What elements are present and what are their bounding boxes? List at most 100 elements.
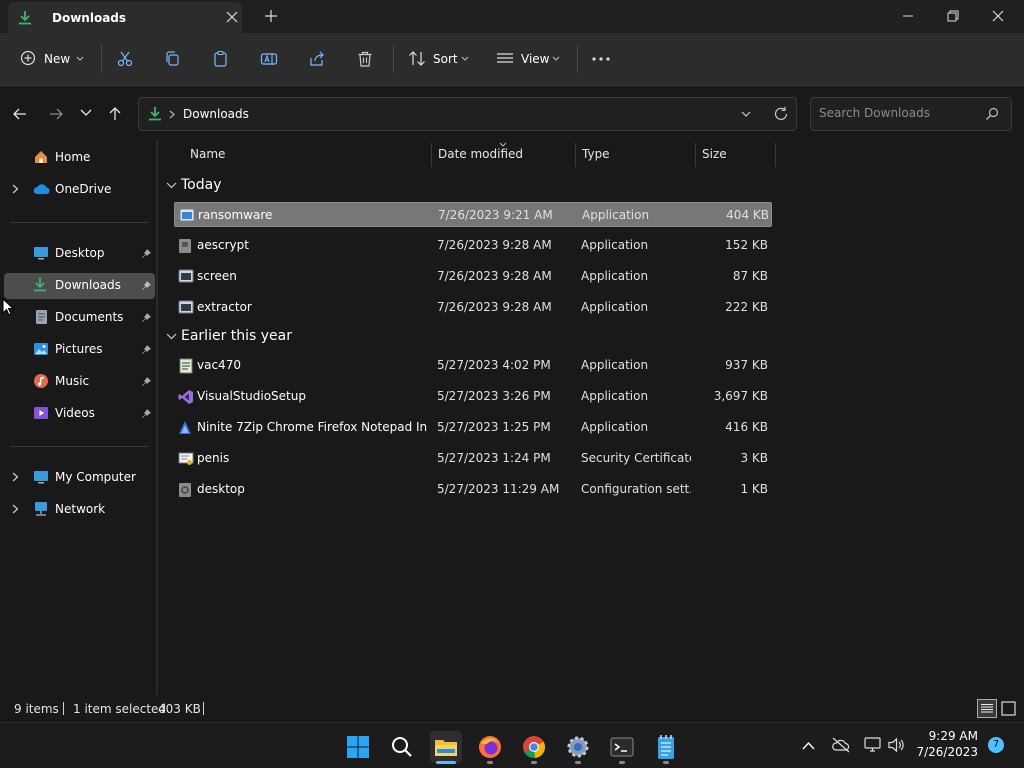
tiles-view-icon[interactable] bbox=[1001, 701, 1016, 716]
windows-logo-icon bbox=[347, 736, 369, 758]
copy-icon[interactable] bbox=[164, 50, 182, 68]
search-icon[interactable] bbox=[985, 107, 999, 121]
close-window-icon[interactable] bbox=[990, 8, 1006, 24]
back-arrow-icon[interactable] bbox=[12, 106, 28, 122]
sidebar-item-mycomputer[interactable]: My Computer bbox=[4, 465, 155, 491]
file-name: screen bbox=[197, 269, 237, 283]
column-header-type[interactable]: Type bbox=[582, 147, 610, 161]
group-header-earlier[interactable]: Earlier this year bbox=[181, 328, 292, 344]
pin-icon[interactable] bbox=[141, 312, 152, 323]
view-label: View bbox=[521, 52, 550, 66]
file-row[interactable]: ransomware 7/26/2023 9:21 AM Application… bbox=[174, 202, 772, 227]
breadcrumb-chevron-icon bbox=[169, 110, 175, 119]
address-bar[interactable]: Downloads bbox=[138, 97, 797, 131]
file-size: 3 KB bbox=[740, 451, 768, 465]
sidebar-item-desktop[interactable]: Desktop bbox=[4, 241, 155, 267]
sort-button[interactable]: Sort bbox=[408, 49, 472, 71]
firefox-taskbar-button[interactable] bbox=[474, 731, 506, 763]
sidebar-item-pictures[interactable]: Pictures bbox=[4, 337, 155, 363]
search-taskbar-button[interactable] bbox=[386, 731, 418, 763]
file-date: 5/27/2023 4:02 PM bbox=[437, 358, 551, 372]
show-hidden-icons-chevron-icon[interactable] bbox=[802, 741, 815, 750]
new-button[interactable]: New bbox=[18, 49, 88, 71]
column-header-name[interactable]: Name bbox=[190, 147, 225, 161]
documents-icon bbox=[36, 310, 47, 324]
paste-icon[interactable] bbox=[212, 50, 230, 68]
minimize-icon[interactable] bbox=[900, 8, 916, 24]
file-row[interactable]: VisualStudioSetup 5/27/2023 3:26 PM Appl… bbox=[174, 384, 772, 409]
recent-locations-chevron-icon[interactable] bbox=[80, 109, 92, 117]
more-options-icon[interactable] bbox=[592, 56, 610, 62]
item-count: 9 items bbox=[14, 702, 59, 716]
delete-icon[interactable] bbox=[356, 50, 374, 68]
rename-icon[interactable] bbox=[260, 50, 278, 68]
pin-icon[interactable] bbox=[141, 344, 152, 355]
app-open-indicator bbox=[619, 761, 625, 764]
group-collapse-chevron-icon[interactable] bbox=[166, 182, 177, 189]
sidebar-item-documents[interactable]: Documents bbox=[4, 305, 155, 331]
sidebar-item-downloads[interactable]: Downloads bbox=[4, 273, 155, 299]
start-button[interactable] bbox=[342, 731, 374, 763]
file-row[interactable]: screen 7/26/2023 9:28 AM Application 87 … bbox=[174, 264, 772, 289]
onedrive-offline-icon[interactable] bbox=[831, 737, 851, 753]
file-row[interactable]: Ninite 7Zip Chrome Firefox Notepad Inst.… bbox=[174, 415, 772, 440]
group-collapse-chevron-icon[interactable] bbox=[166, 333, 177, 340]
sidebar-item-videos[interactable]: Videos bbox=[4, 401, 155, 427]
tab-downloads[interactable]: Downloads bbox=[8, 2, 242, 33]
sort-label: Sort bbox=[433, 52, 458, 66]
file-name: penis bbox=[197, 451, 230, 465]
network-status-icon[interactable] bbox=[864, 737, 882, 753]
chrome-taskbar-button[interactable] bbox=[518, 731, 550, 763]
details-view-button[interactable] bbox=[977, 699, 997, 718]
notification-badge[interactable]: 7 bbox=[988, 737, 1004, 753]
column-separator[interactable] bbox=[695, 143, 696, 167]
volume-icon[interactable] bbox=[888, 737, 906, 753]
file-date: 5/27/2023 3:26 PM bbox=[437, 389, 551, 403]
forward-arrow-icon[interactable] bbox=[48, 106, 64, 122]
close-tab-icon[interactable] bbox=[226, 11, 238, 23]
cut-icon[interactable] bbox=[116, 50, 134, 68]
chevron-right-icon[interactable] bbox=[12, 504, 19, 514]
column-separator[interactable] bbox=[775, 143, 776, 167]
chevron-right-icon[interactable] bbox=[12, 184, 19, 194]
file-row[interactable]: vac470 5/27/2023 4:02 PM Application 937… bbox=[174, 353, 772, 378]
refresh-icon[interactable] bbox=[773, 106, 789, 122]
column-separator[interactable] bbox=[575, 143, 576, 167]
terminal-taskbar-button[interactable] bbox=[606, 731, 638, 763]
up-arrow-icon[interactable] bbox=[107, 106, 123, 122]
pin-icon[interactable] bbox=[141, 376, 152, 387]
sidebar-item-network[interactable]: Network bbox=[4, 497, 155, 523]
view-button[interactable]: View bbox=[496, 49, 564, 71]
nav-divider bbox=[10, 446, 148, 447]
search-input[interactable] bbox=[819, 106, 979, 120]
pin-icon[interactable] bbox=[141, 408, 152, 419]
search-box[interactable] bbox=[810, 97, 1012, 131]
breadcrumb-downloads[interactable]: Downloads bbox=[183, 107, 249, 121]
file-explorer-taskbar-button[interactable] bbox=[430, 731, 462, 763]
restore-icon[interactable] bbox=[945, 8, 961, 24]
share-icon[interactable] bbox=[308, 50, 326, 68]
pin-icon[interactable] bbox=[141, 248, 152, 259]
file-row[interactable]: aescrypt 7/26/2023 9:28 AM Application 1… bbox=[174, 233, 772, 258]
clock-date[interactable]: 7/26/2023 bbox=[912, 745, 978, 759]
sidebar-item-music[interactable]: Music bbox=[4, 369, 155, 395]
chevron-right-icon[interactable] bbox=[12, 472, 19, 482]
column-header-size[interactable]: Size bbox=[702, 147, 727, 161]
group-header-today[interactable]: Today bbox=[181, 177, 222, 193]
notepad-taskbar-button[interactable] bbox=[650, 731, 682, 763]
chevron-down-icon bbox=[461, 56, 469, 61]
file-row[interactable]: extractor 7/26/2023 9:28 AM Application … bbox=[174, 295, 772, 320]
file-row[interactable]: penis 5/27/2023 1:24 PM Security Certifi… bbox=[174, 446, 772, 471]
new-tab-icon[interactable] bbox=[264, 9, 278, 23]
column-header-date[interactable]: Date modified bbox=[438, 147, 523, 161]
file-row[interactable]: desktop 5/27/2023 11:29 AM Configuration… bbox=[174, 477, 772, 502]
settings-taskbar-button[interactable] bbox=[562, 731, 594, 763]
address-dropdown-icon[interactable] bbox=[741, 111, 751, 118]
sidebar-label: Network bbox=[55, 502, 106, 516]
clock-time[interactable]: 9:29 AM bbox=[920, 729, 978, 743]
sidebar-item-home[interactable]: Home bbox=[4, 145, 155, 171]
pin-icon[interactable] bbox=[141, 280, 152, 291]
sidebar-item-onedrive[interactable]: OneDrive bbox=[4, 177, 155, 203]
column-separator[interactable] bbox=[431, 143, 432, 167]
file-name: VisualStudioSetup bbox=[197, 389, 306, 403]
